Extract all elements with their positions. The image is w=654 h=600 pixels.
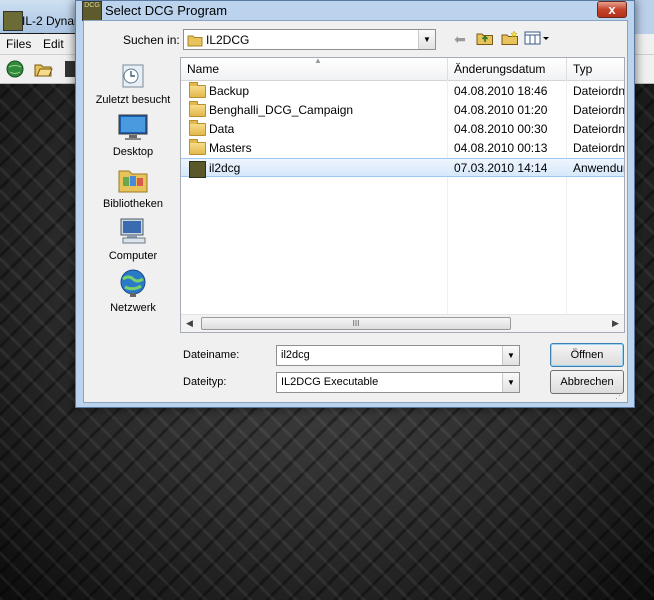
column-name-label: Name: [187, 62, 220, 76]
menu-edit[interactable]: Edit: [43, 37, 64, 51]
file-row-data[interactable]: Data 04.08.2010 00:30 Dateiordner: [181, 120, 624, 138]
file-type: Dateiordner: [573, 122, 625, 136]
place-libraries[interactable]: Bibliotheken: [88, 163, 178, 210]
file-type: Anwendung: [573, 161, 624, 175]
column-date-label: Änderungsdatum: [454, 62, 546, 76]
place-label: Bibliotheken: [103, 198, 163, 210]
file-name: Backup: [209, 84, 250, 98]
folder-icon: [189, 120, 206, 136]
chevron-down-icon[interactable]: ▼: [502, 373, 519, 392]
close-button[interactable]: x: [597, 1, 627, 18]
look-in-label: Suchen in:: [123, 33, 180, 47]
open-folder-icon[interactable]: [32, 58, 54, 80]
filename-value: il2dcg: [281, 349, 310, 361]
folder-icon: [189, 82, 206, 98]
sort-ascending-icon: ▲: [314, 57, 322, 65]
file-name: Data: [209, 122, 235, 136]
file-date: 04.08.2010 00:30: [454, 122, 548, 136]
libraries-icon: [117, 163, 149, 195]
scroll-thumb[interactable]: III: [201, 317, 511, 330]
file-date: 04.08.2010 01:20: [454, 103, 548, 117]
file-date: 04.08.2010 00:13: [454, 141, 548, 155]
select-dcg-program-dialog: DCG Select DCG Program x Suchen in: IL2D…: [75, 0, 635, 408]
filename-label: Dateiname:: [183, 349, 240, 361]
dialog-client-area: Suchen in: IL2DCG ▼ ⬅ Zuletzt besucht De…: [83, 20, 628, 403]
file-date: 07.03.2010 14:14: [454, 161, 548, 175]
file-name: il2dcg: [209, 161, 241, 175]
place-recent[interactable]: Zuletzt besucht: [88, 59, 178, 106]
filetype-label: Dateityp:: [183, 376, 227, 388]
scroll-left-icon[interactable]: ◀: [181, 315, 198, 332]
folder-icon: [189, 139, 206, 155]
up-folder-icon[interactable]: [475, 30, 495, 48]
recent-places-icon: [117, 59, 149, 91]
application-icon: [189, 161, 206, 178]
file-date: 04.08.2010 18:46: [454, 84, 548, 98]
dcg-app-icon: DCG: [82, 1, 102, 21]
place-label: Desktop: [112, 146, 154, 158]
column-type-label: Typ: [573, 62, 593, 76]
cancel-button[interactable]: Abbrechen: [550, 370, 624, 394]
place-label: Zuletzt besucht: [95, 94, 171, 106]
desktop-icon: [117, 111, 149, 143]
column-header-date[interactable]: Änderungsdatum: [448, 58, 567, 80]
folder-icon: [187, 33, 203, 50]
new-folder-icon[interactable]: [500, 30, 520, 48]
scroll-right-icon[interactable]: ▶: [607, 315, 624, 332]
filetype-dropdown[interactable]: IL2DCG Executable ▼: [276, 372, 520, 393]
file-row-benghalli[interactable]: Benghalli_DCG_Campaign 04.08.2010 01:20 …: [181, 101, 624, 119]
network-icon: [117, 267, 149, 299]
close-icon: x: [608, 2, 616, 17]
file-list-header: Name ▲ Änderungsdatum Typ: [181, 58, 624, 81]
file-row-backup[interactable]: Backup 04.08.2010 18:46 Dateiordner: [181, 82, 624, 100]
file-row-masters[interactable]: Masters 04.08.2010 00:13 Dateiordner: [181, 139, 624, 157]
chevron-down-icon[interactable]: ▼: [418, 30, 435, 49]
filetype-value: IL2DCG Executable: [281, 376, 379, 388]
app-icon: [3, 11, 23, 31]
globe-icon[interactable]: [4, 58, 26, 80]
place-desktop[interactable]: Desktop: [88, 111, 178, 158]
horizontal-scrollbar[interactable]: ◀ III ▶: [181, 314, 624, 332]
file-list[interactable]: Name ▲ Änderungsdatum Typ Backup 04.08.2…: [180, 57, 625, 333]
computer-icon: [117, 215, 149, 247]
dialog-title: Select DCG Program: [105, 3, 228, 18]
place-label: Computer: [108, 250, 158, 262]
places-bar: Zuletzt besucht Desktop Bibliotheken Com…: [88, 57, 178, 329]
look-in-value: IL2DCG: [206, 33, 250, 47]
scroll-grip: III: [352, 319, 360, 328]
place-network[interactable]: Netzwerk: [88, 267, 178, 314]
dialog-titlebar[interactable]: DCG Select DCG Program x: [76, 1, 634, 21]
file-row-il2dcg[interactable]: il2dcg 07.03.2010 14:14 Anwendung: [181, 158, 624, 178]
file-type: Dateiordner: [573, 141, 625, 155]
chevron-down-icon[interactable]: ▼: [502, 346, 519, 365]
dcg-icon-text: DCG: [84, 2, 100, 9]
look-in-dropdown[interactable]: IL2DCG ▼: [183, 29, 436, 50]
file-name: Benghalli_DCG_Campaign: [209, 103, 354, 117]
menu-files[interactable]: Files: [6, 37, 31, 51]
column-header-type[interactable]: Typ: [567, 58, 624, 80]
file-type: Dateiordner: [573, 84, 625, 98]
filename-input[interactable]: il2dcg ▼: [276, 345, 520, 366]
view-menu-icon[interactable]: [524, 30, 550, 48]
file-name: Masters: [209, 141, 252, 155]
file-type: Dateiordner: [573, 103, 625, 117]
place-computer[interactable]: Computer: [88, 215, 178, 262]
back-arrow-icon[interactable]: ⬅: [450, 30, 470, 48]
place-label: Netzwerk: [110, 302, 156, 314]
resize-grip-icon[interactable]: ⋰: [615, 390, 625, 400]
open-button[interactable]: Öffnen: [550, 343, 624, 367]
app-title: IL-2 Dynar: [22, 14, 79, 28]
folder-icon: [189, 101, 206, 117]
